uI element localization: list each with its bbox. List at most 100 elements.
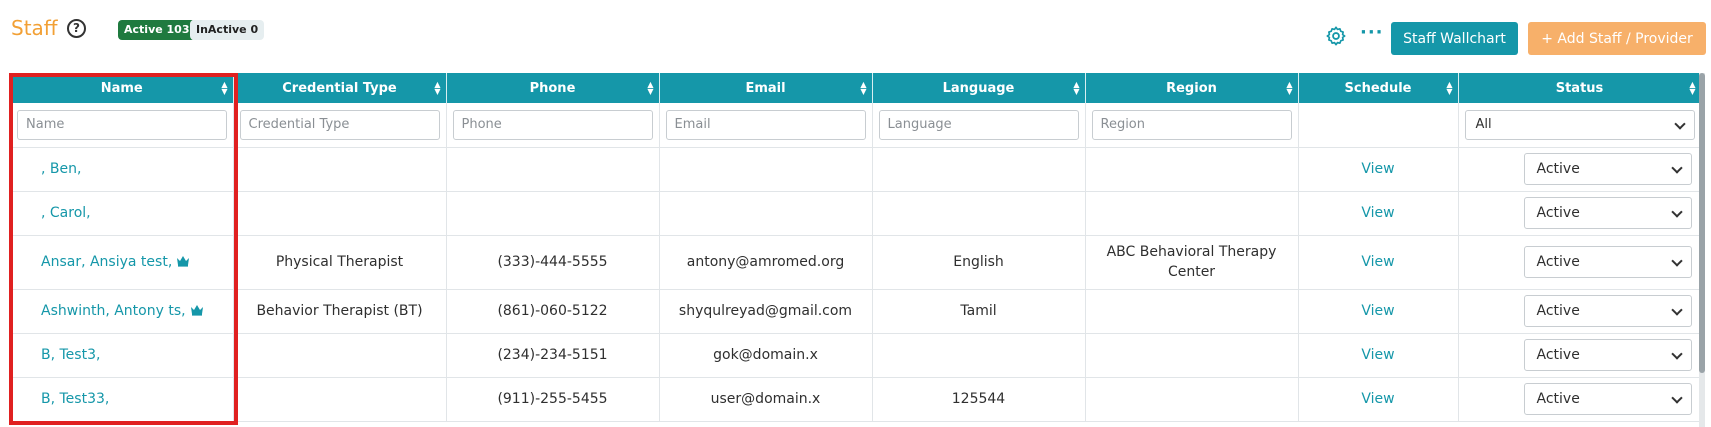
language-filter-input[interactable]: [878, 109, 1079, 140]
name-cell: Ashwinth, Antony ts,: [11, 289, 234, 334]
language-cell: English: [872, 235, 1086, 290]
view-schedule-link[interactable]: View: [1361, 254, 1394, 270]
phone-cell: (861)-060-5122: [446, 289, 660, 334]
sort-icon[interactable]: ▲ ▼: [434, 81, 440, 96]
staff-table: Name ▲ ▼ Credential Type ▲ ▼ Phone ▲ ▼ Email ▲ ▼…: [11, 73, 1701, 427]
status-select[interactable]: Active: [1523, 339, 1692, 371]
name-filter-input[interactable]: [17, 109, 227, 140]
credential-cell: Physical Therapist: [233, 235, 447, 290]
sort-icon[interactable]: ▲ ▼: [1073, 81, 1079, 96]
name-cell: B, Test3,: [11, 333, 234, 378]
name-cell: , Ben,: [11, 147, 234, 192]
schedule-cell: View: [1298, 191, 1459, 236]
staff-name-link[interactable]: B, Test33,: [41, 391, 109, 407]
status-cell: Active: [1458, 377, 1701, 422]
schedule-cell: View: [1298, 147, 1459, 192]
page-header: Staff ? Active 103 InActive 0 ··· Staff …: [0, 0, 1711, 64]
view-schedule-link[interactable]: View: [1361, 391, 1394, 407]
add-staff-provider-button[interactable]: + Add Staff / Provider: [1528, 22, 1706, 55]
view-schedule-link[interactable]: View: [1361, 205, 1394, 221]
status-cell: Active: [1458, 235, 1701, 290]
language-cell: Tamil: [872, 289, 1086, 334]
table-row: Ansar, Ansiya test, Physical Therapist (33…: [11, 235, 1701, 290]
schedule-cell: View: [1298, 333, 1459, 378]
email-cell: antony@amromed.org: [659, 235, 873, 290]
credential-cell: [233, 191, 447, 236]
email-cell: user@domain.x: [659, 377, 873, 422]
phone-cell: [446, 191, 660, 236]
status-cell: Active: [1458, 191, 1701, 236]
filter-row: All: [11, 103, 1701, 148]
email-cell: [659, 191, 873, 236]
language-cell: 125544: [872, 377, 1086, 422]
active-count-badge[interactable]: Active 103: [118, 20, 196, 40]
name-cell: Ansar, Ansiya test,: [11, 235, 234, 290]
phone-cell: (333)-444-5555: [446, 235, 660, 290]
region-cell: [1085, 333, 1299, 378]
phone-cell: (234)-234-5151: [446, 333, 660, 378]
view-schedule-link[interactable]: View: [1361, 347, 1394, 363]
staff-name-link[interactable]: Ansar, Ansiya test,: [41, 254, 172, 270]
view-schedule-link[interactable]: View: [1361, 303, 1394, 319]
credential-type-filter-input[interactable]: [239, 109, 440, 140]
status-cell: Active: [1458, 333, 1701, 378]
sort-icon[interactable]: ▲ ▼: [221, 81, 227, 96]
chevron-down-icon: [1673, 118, 1686, 130]
staff-name-link[interactable]: B, Test3,: [41, 347, 100, 363]
column-header-credential-type[interactable]: Credential Type ▲ ▼: [233, 73, 447, 103]
chevron-down-icon: [1670, 304, 1683, 316]
email-cell: [659, 147, 873, 192]
table-row: B, Test33, (911)-255-5455 user@domain.x 125…: [11, 377, 1701, 422]
chevron-down-icon: [1670, 206, 1683, 218]
status-select[interactable]: Active: [1523, 197, 1692, 229]
credential-cell: Behavior Therapist (BT): [233, 289, 447, 334]
schedule-cell: View: [1298, 377, 1459, 422]
staff-wallchart-button[interactable]: Staff Wallchart: [1391, 22, 1518, 55]
status-select[interactable]: Active: [1523, 383, 1692, 415]
status-cell: Active: [1458, 289, 1701, 334]
table-row: B, Test3, (234)-234-5151 gok@domain.x View A…: [11, 333, 1701, 378]
table-row: , Carol, View Active: [11, 191, 1701, 236]
column-header-region[interactable]: Region ▲ ▼: [1085, 73, 1299, 103]
phone-cell: [446, 147, 660, 192]
status-cell: Active: [1458, 147, 1701, 192]
column-header-phone[interactable]: Phone ▲ ▼: [446, 73, 660, 103]
email-filter-input[interactable]: [665, 109, 866, 140]
question-circle-icon[interactable]: ?: [67, 19, 86, 38]
chevron-down-icon: [1670, 348, 1683, 360]
status-select[interactable]: Active: [1523, 295, 1692, 327]
chevron-down-icon: [1670, 162, 1683, 174]
region-cell: [1085, 289, 1299, 334]
sort-icon[interactable]: ▲ ▼: [1446, 81, 1452, 96]
region-filter-input[interactable]: [1091, 109, 1292, 140]
language-cell: [872, 191, 1086, 236]
column-header-language[interactable]: Language ▲ ▼: [872, 73, 1086, 103]
status-filter-select[interactable]: All: [1464, 109, 1695, 140]
view-schedule-link[interactable]: View: [1361, 161, 1394, 177]
phone-filter-input[interactable]: [452, 109, 653, 140]
ellipsis-icon[interactable]: ···: [1360, 24, 1383, 46]
credential-cell: [233, 147, 447, 192]
column-header-schedule[interactable]: Schedule ▲ ▼: [1298, 73, 1459, 103]
inactive-count-badge[interactable]: InActive 0: [190, 20, 265, 40]
sort-icon[interactable]: ▲ ▼: [647, 81, 653, 96]
region-cell: [1085, 147, 1299, 192]
staff-name-link[interactable]: , Ben,: [41, 161, 81, 177]
region-cell: [1085, 191, 1299, 236]
schedule-cell: View: [1298, 235, 1459, 290]
status-select[interactable]: Active: [1523, 153, 1692, 185]
column-header-name[interactable]: Name ▲ ▼: [11, 73, 234, 103]
language-cell: [872, 333, 1086, 378]
sort-icon[interactable]: ▲ ▼: [860, 81, 866, 96]
sort-icon[interactable]: ▲ ▼: [1689, 81, 1695, 96]
staff-name-link[interactable]: , Carol,: [41, 205, 91, 221]
sort-icon[interactable]: ▲ ▼: [1286, 81, 1292, 96]
column-header-status[interactable]: Status ▲ ▼: [1458, 73, 1701, 103]
gear-icon[interactable]: [1325, 25, 1347, 47]
region-cell: [1085, 377, 1299, 422]
chevron-down-icon: [1670, 255, 1683, 267]
status-select[interactable]: Active: [1523, 246, 1692, 278]
staff-name-link[interactable]: Ashwinth, Antony ts,: [41, 303, 186, 319]
scrollbar-thumb[interactable]: [1699, 73, 1705, 373]
column-header-email[interactable]: Email ▲ ▼: [659, 73, 873, 103]
